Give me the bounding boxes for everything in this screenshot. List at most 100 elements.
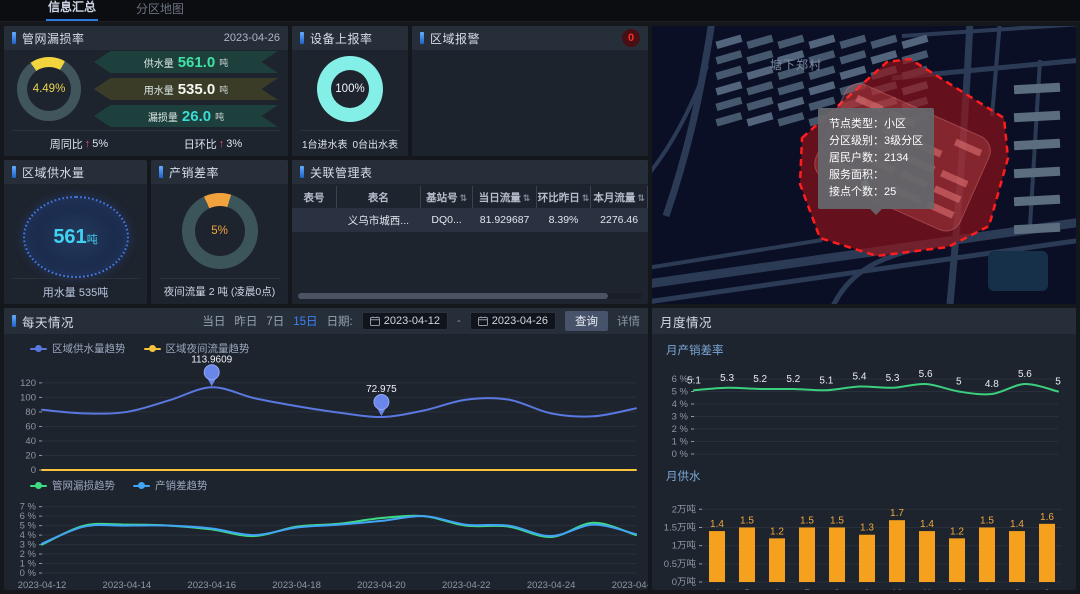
column-header-本月流量[interactable]: 本月流量⇅ (591, 186, 648, 208)
legend-label: 产销差趋势 (155, 478, 208, 493)
title-accent-bar (159, 166, 163, 178)
detail-link[interactable]: 详情 (617, 313, 640, 329)
svg-text:2万吨: 2万吨 (672, 503, 697, 515)
svg-text:1.6: 1.6 (1040, 512, 1054, 523)
sort-icon[interactable]: ⇅ (582, 193, 590, 203)
svg-text:4 %: 4 % (20, 530, 37, 541)
legend-item-管网漏损趋势[interactable]: 管网漏损趋势 (30, 478, 115, 493)
svg-text:5.2: 5.2 (753, 374, 767, 385)
svg-text:4: 4 (714, 588, 719, 590)
svg-text:5.6: 5.6 (1018, 369, 1032, 380)
table-row[interactable]: 义乌市城西...DQ0...81.9296878.39%2276.46 (292, 208, 648, 232)
legend-item-产销差趋势[interactable]: 产销差趋势 (133, 478, 208, 493)
svg-text:0: 0 (31, 465, 36, 476)
tooltip-line: 节点类型：小区 (829, 116, 923, 133)
column-header-环比昨日[interactable]: 环比昨日⇅ (536, 186, 591, 208)
flow-badge: 用水量535.0吨 (94, 78, 278, 100)
up-arrow-icon: ↑ (85, 138, 91, 150)
nrw-donut: 5% (182, 193, 258, 269)
svg-text:2023-04-22: 2023-04-22 (442, 580, 491, 590)
date-label: 日期: (327, 313, 353, 329)
filter-当日[interactable]: 当日 (202, 313, 225, 329)
svg-text:80: 80 (25, 407, 36, 418)
svg-text:72.975: 72.975 (366, 384, 397, 395)
meter-count: 1台进水表 (302, 136, 348, 151)
svg-text:10: 10 (892, 588, 903, 590)
svg-text:5.4: 5.4 (853, 372, 867, 383)
dashboard: 信息汇总分区地图 管网漏损率 2023-04-26 4.49% 供水量561.0… (0, 0, 1080, 594)
date-range-separator: - (457, 315, 461, 327)
filter-昨日[interactable]: 昨日 (234, 313, 257, 329)
legend-label: 区域供水量趋势 (52, 341, 126, 356)
svg-text:20: 20 (25, 450, 36, 461)
svg-text:1: 1 (984, 588, 989, 590)
svg-text:5.1: 5.1 (687, 375, 701, 386)
svg-text:1.5: 1.5 (830, 515, 844, 526)
column-header-基站号[interactable]: 基站号⇅ (420, 186, 473, 208)
panel-title: 关联管理表 (310, 164, 373, 181)
svg-text:6: 6 (774, 588, 779, 590)
date-to-value: 2023-04-26 (492, 315, 548, 327)
table-cell: DQ0... (420, 208, 473, 232)
svg-text:0 %: 0 % (20, 568, 37, 579)
svg-text:4.8: 4.8 (985, 379, 999, 390)
svg-text:1.5: 1.5 (980, 515, 994, 526)
sort-icon[interactable]: ⇅ (523, 193, 531, 203)
tooltip-line: 服务面积： (829, 167, 923, 184)
map-village-label: 塘下郑村 (770, 56, 822, 73)
legend-label: 管网漏损趋势 (52, 478, 115, 493)
svg-text:3: 3 (1044, 588, 1049, 590)
daily-loss-legend: 管网漏损趋势 产销差趋势 (30, 478, 648, 493)
supply-unit: 吨 (87, 231, 98, 247)
monthly-nrw-chart: 0 %1 %2 %3 %4 %5 %6 %5.15.35.25.25.15.45… (658, 360, 1070, 460)
badge-value: 26.0 (182, 108, 211, 125)
device-report-footer: 1台进水表 0台出水表 (300, 130, 400, 156)
tab-分区地图[interactable]: 分区地图 (134, 0, 186, 21)
svg-text:5 %: 5 % (672, 387, 689, 398)
svg-text:5: 5 (744, 588, 749, 590)
alarm-empty-body (412, 50, 648, 156)
svg-text:60: 60 (25, 421, 36, 432)
svg-text:1.4: 1.4 (920, 519, 934, 530)
meter-count: 0台出水表 (352, 136, 398, 151)
svg-text:1万吨: 1万吨 (672, 540, 697, 552)
table-scrollbar-thumb[interactable] (298, 293, 608, 299)
date-to-input[interactable]: 2023-04-26 (470, 312, 556, 330)
filter-15日[interactable]: 15日 (293, 313, 317, 329)
supply-footer: 用水量 535吨 (43, 284, 108, 300)
supply-value: 561 (53, 226, 86, 249)
column-header-当日流量[interactable]: 当日流量⇅ (473, 186, 536, 208)
daily-supply-legend: 区域供水量趋势区域夜间流量趋势 (30, 341, 648, 356)
svg-text:11: 11 (922, 588, 932, 590)
sort-icon[interactable]: ⇅ (460, 193, 468, 203)
svg-text:2 %: 2 % (20, 549, 37, 560)
svg-text:2: 2 (1014, 588, 1019, 590)
panel-title: 月度情况 (660, 312, 712, 331)
svg-text:1.3: 1.3 (860, 523, 874, 534)
legend-dot (138, 482, 145, 489)
svg-text:0 %: 0 % (672, 449, 689, 460)
legend-item-区域供水量趋势[interactable]: 区域供水量趋势 (30, 341, 126, 356)
tooltip-line: 居民户数：2134 (829, 150, 923, 167)
sort-icon[interactable]: ⇅ (637, 193, 645, 203)
map-tooltip: 节点类型：小区分区级别：3级分区居民户数：2134服务面积：接点个数：25 (818, 108, 934, 209)
legend-marker (30, 485, 47, 487)
column-header-表号: 表号 (292, 186, 337, 208)
query-button[interactable]: 查询 (565, 311, 608, 331)
svg-text:5.3: 5.3 (886, 373, 900, 384)
pipe-loss-body: 4.49% 供水量561.0吨用水量535.0吨漏损量26.0吨 (4, 50, 288, 128)
svg-text:100: 100 (20, 392, 36, 403)
table-cell: 8.39% (536, 208, 591, 232)
comparison-value: 3% (226, 138, 242, 150)
date-from-input[interactable]: 2023-04-12 (362, 312, 448, 330)
svg-text:12: 12 (952, 588, 963, 590)
pipe-loss-donut-wrap: 4.49% (4, 57, 94, 121)
table-scrollbar[interactable] (298, 293, 642, 299)
tab-信息汇总[interactable]: 信息汇总 (46, 0, 98, 21)
svg-text:5 %: 5 % (20, 521, 37, 532)
filter-7日[interactable]: 7日 (266, 313, 284, 329)
panel-area-supply: 区域供水量 561 吨 用水量 535吨 (4, 160, 147, 304)
svg-text:2 %: 2 % (672, 424, 689, 435)
svg-text:0.5万吨: 0.5万吨 (664, 558, 697, 570)
nrw-footer: 夜间流量 2 吨 (凌晨0点) (164, 284, 275, 299)
